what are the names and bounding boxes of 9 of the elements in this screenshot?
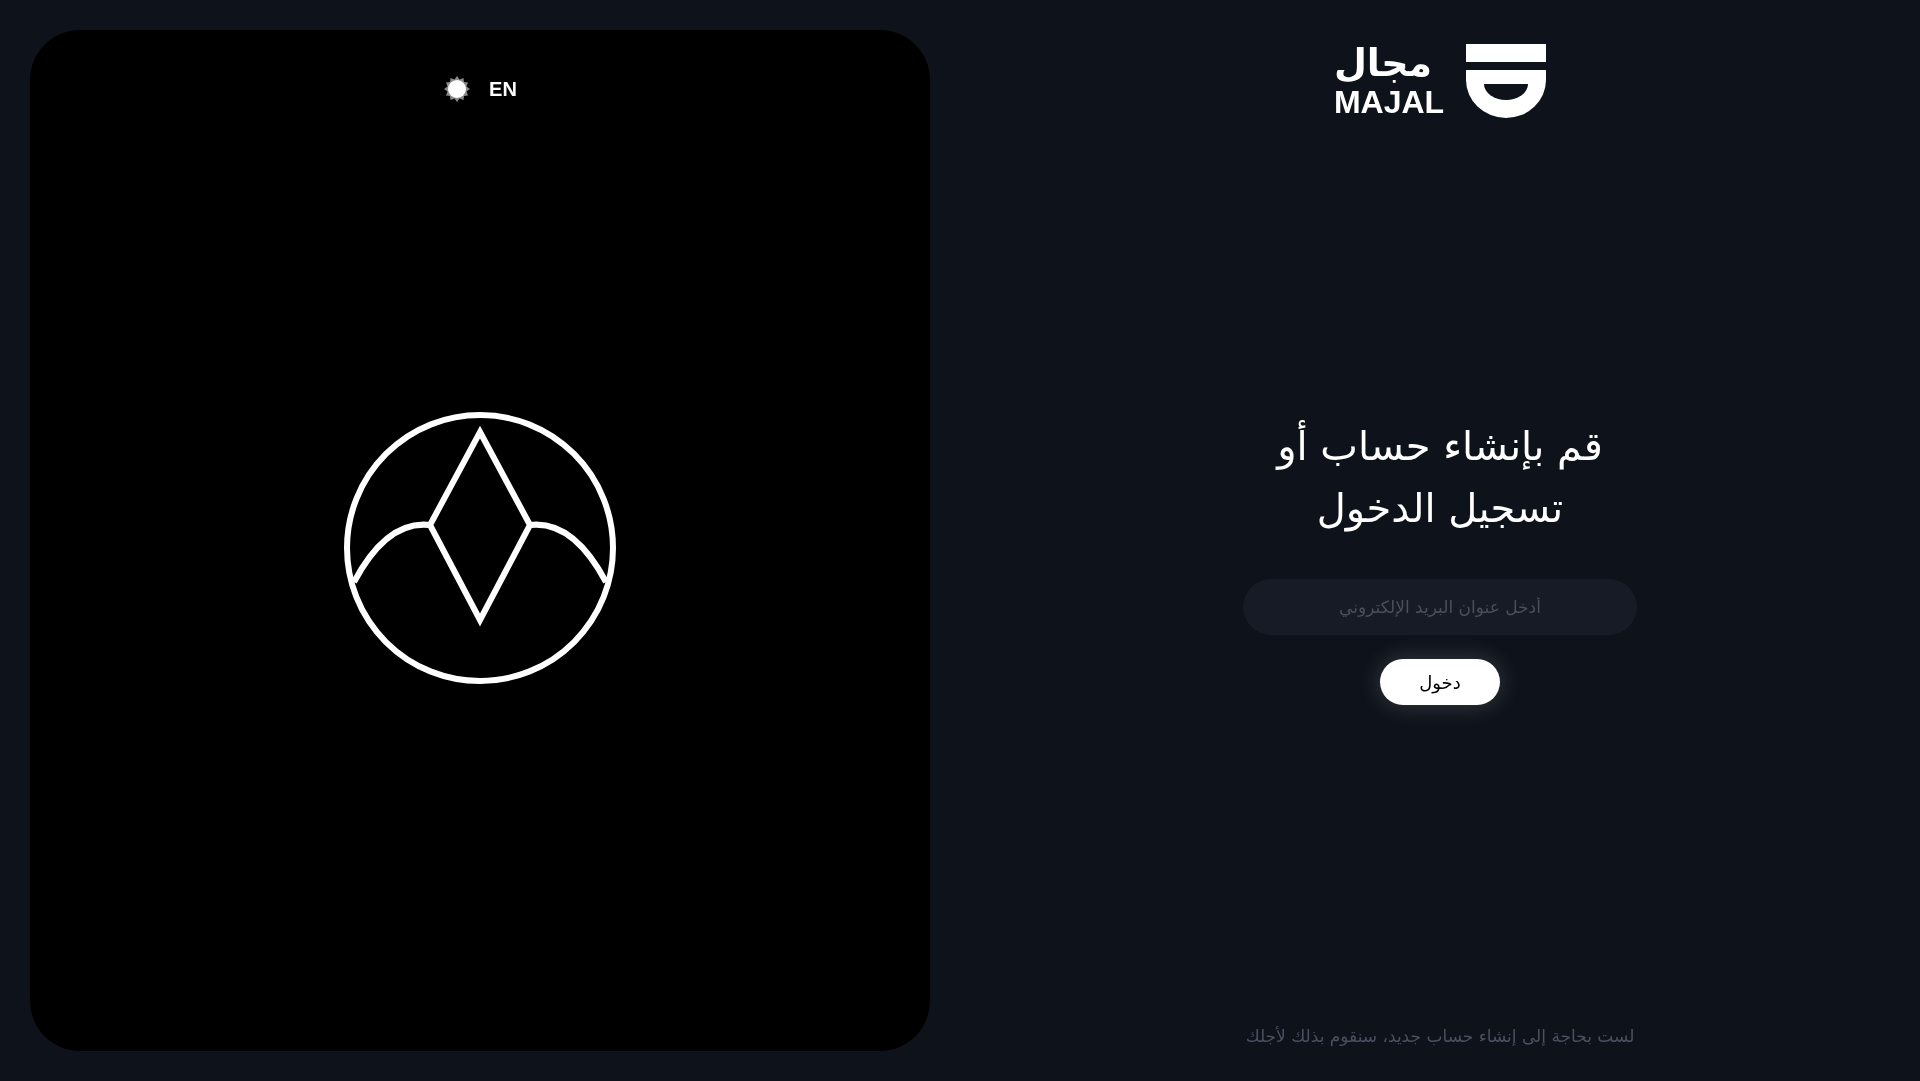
- sun-icon: [443, 75, 472, 103]
- theme-toggle[interactable]: [443, 75, 472, 103]
- language-toggle[interactable]: EN: [489, 74, 517, 104]
- login-title: قم بإنشاء حساب أو تسجيل الدخول: [1260, 415, 1620, 539]
- logo-mark-icon: [1466, 44, 1547, 118]
- footer-note: لست بحاجة إلى إنشاء حساب جديد، سنقوم بذلك لأجلك: [1245, 1024, 1635, 1048]
- login-button[interactable]: دخول: [1380, 659, 1500, 705]
- logo-arabic-name: مجال: [1333, 42, 1433, 84]
- logo-latin-name: MAJAL: [1333, 84, 1445, 120]
